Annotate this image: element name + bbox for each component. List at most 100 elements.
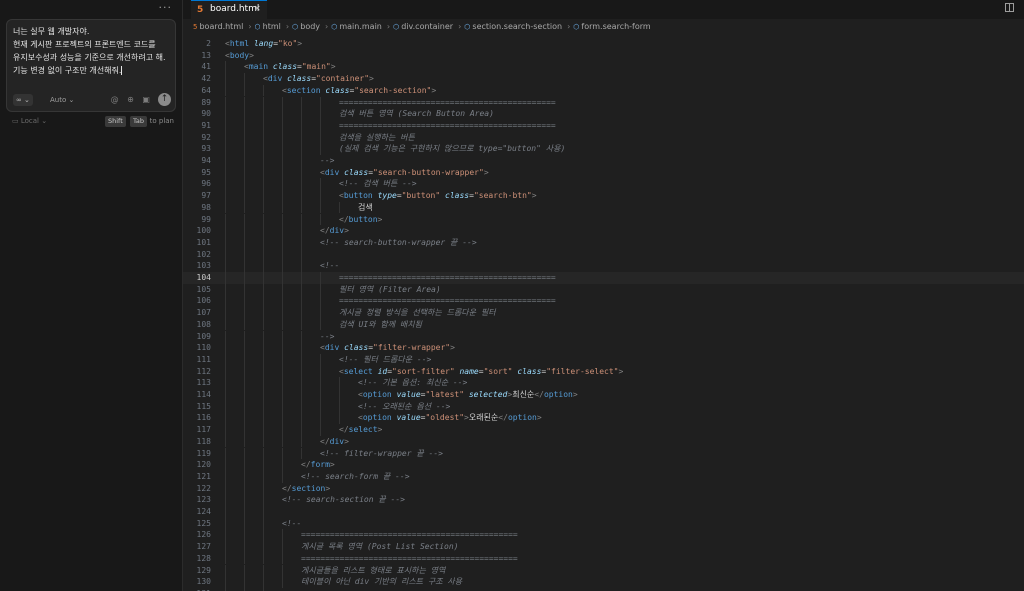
- line-number: 64: [201, 85, 211, 95]
- indent-guide: [244, 435, 245, 448]
- indent-guide: [225, 365, 226, 378]
- code-line[interactable]: 116 <option value="oldest">오래된순</option>: [183, 412, 1024, 425]
- code-line[interactable]: 122 </section>: [183, 482, 1024, 495]
- code-line[interactable]: 42 <div class="container">: [183, 73, 1024, 85]
- close-icon[interactable]: ✕: [254, 4, 261, 13]
- indent-guide: [282, 155, 283, 167]
- code-line[interactable]: 125 <!--: [183, 517, 1024, 530]
- indent-guide: [263, 389, 264, 401]
- model-selector[interactable]: Auto ⌄: [50, 95, 74, 105]
- code-line[interactable]: 95 <div class="search-button-wrapper">: [183, 166, 1024, 179]
- code-line[interactable]: 124: [183, 506, 1024, 518]
- code-area[interactable]: 2 <html lang="ko"> 13 <body> 41 <main class="…: [183, 38, 1024, 591]
- code-line[interactable]: 113 <!-- 기본 옵션: 최신순 -->: [183, 377, 1024, 389]
- code-line[interactable]: 98 검색: [183, 201, 1024, 214]
- tab-board-html[interactable]: 5 board.html ✕: [191, 0, 267, 19]
- code-line[interactable]: 41 <main class="main">: [183, 61, 1024, 74]
- code-line[interactable]: 2 <html lang="ko">: [183, 38, 1024, 50]
- code-text: </button>: [339, 214, 383, 224]
- code-line[interactable]: 120 </form>: [183, 459, 1024, 471]
- line-number: 113: [196, 378, 211, 388]
- code-line[interactable]: 100 </div>: [183, 225, 1024, 237]
- code-line[interactable]: 107 게시글 정렬 방식을 선택하는 드롭다운 필터: [183, 307, 1024, 319]
- indent-guide: [282, 447, 283, 460]
- code-line[interactable]: 109 -->: [183, 330, 1024, 343]
- code-line[interactable]: 13 <body>: [183, 50, 1024, 62]
- indent-guide: [244, 377, 245, 389]
- line-number: 122: [196, 483, 211, 493]
- code-line[interactable]: 106 =====================================…: [183, 295, 1024, 308]
- code-line[interactable]: 130 테이블이 아닌 div 기반의 리스트 구조 사용: [183, 576, 1024, 588]
- indent-guide: [263, 166, 264, 179]
- indent-guide: [244, 84, 245, 97]
- indent-guide: [244, 424, 245, 436]
- indent-guide: [225, 517, 226, 530]
- indent-guide: [244, 506, 245, 518]
- indent-guide: [244, 143, 245, 155]
- indent-guide: [225, 470, 226, 483]
- breadcrumb-item[interactable]: html: [263, 22, 281, 31]
- line-number: 102: [196, 249, 211, 259]
- local-selector[interactable]: ▭ Local ⌄: [12, 117, 47, 125]
- code-line[interactable]: 64 <section class="search-section">: [183, 84, 1024, 97]
- indent-guide: [263, 260, 264, 272]
- chat-message-text[interactable]: 너는 실무 웹 개발자야. 현재 게시판 프로젝트의 프론트엔드 코드를 유지보…: [13, 25, 173, 77]
- code-line[interactable]: 126 =====================================…: [183, 529, 1024, 542]
- code-line[interactable]: 90 검색 버튼 영역 (Search Button Area): [183, 108, 1024, 120]
- code-line[interactable]: 127 게시글 목록 영역 (Post List Section): [183, 541, 1024, 553]
- breadcrumb-item[interactable]: board.html: [199, 22, 243, 31]
- attachment-icons[interactable]: @ ⊕ ▣: [111, 95, 153, 105]
- breadcrumb-item[interactable]: div.container: [401, 22, 453, 31]
- code-line[interactable]: 97 <button type="button" class="search-bt…: [183, 190, 1024, 202]
- code-line[interactable]: 114 <option value="latest" selected>최신순</…: [183, 389, 1024, 401]
- code-line[interactable]: 89 ======================================…: [183, 96, 1024, 109]
- code-line[interactable]: 111 <!-- 필터 드롭다운 -->: [183, 353, 1024, 366]
- code-line[interactable]: 129 게시글들을 리스트 형태로 표시하는 영역: [183, 564, 1024, 577]
- code-line[interactable]: 99 </button>: [183, 213, 1024, 226]
- more-options-icon[interactable]: ···: [159, 1, 173, 14]
- chat-toolbar: ∞ ⌄ Auto ⌄ @ ⊕ ▣ ↑: [13, 93, 171, 107]
- agent-mode-dropdown[interactable]: ∞ ⌄: [13, 94, 33, 106]
- send-button[interactable]: ↑: [158, 93, 171, 106]
- code-line[interactable]: 128 =====================================…: [183, 552, 1024, 565]
- code-line[interactable]: 118 </div>: [183, 435, 1024, 448]
- indent-guide: [301, 377, 302, 389]
- code-line[interactable]: 96 <!-- 검색 버튼 -->: [183, 178, 1024, 191]
- code-line[interactable]: 117 </select>: [183, 424, 1024, 436]
- line-number: 114: [196, 390, 211, 399]
- chat-line-4: 기능 변경 없이 구조만 개선해줘.: [13, 64, 173, 77]
- code-line[interactable]: 115 <!-- 오래된순 옵션 -->: [183, 400, 1024, 413]
- html-file-icon: 5: [197, 5, 204, 15]
- breadcrumb-item[interactable]: form.search-form: [581, 22, 650, 31]
- code-line[interactable]: 105 필터 영역 (Filter Area): [183, 283, 1024, 296]
- code-line[interactable]: 110 <div class="filter-wrapper">: [183, 342, 1024, 354]
- code-line[interactable]: 103 <!--: [183, 260, 1024, 272]
- code-text: 필터 영역 (Filter Area): [339, 284, 441, 294]
- indent-guide: [244, 552, 245, 565]
- code-line[interactable]: 121 <!-- search-form 끝 -->: [183, 470, 1024, 483]
- breadcrumb-item[interactable]: section.search-section: [472, 22, 562, 31]
- code-line[interactable]: 93 (실제 검색 기능은 구현하지 않으므로 type="button" 사용): [183, 143, 1024, 155]
- chat-input-box[interactable]: 너는 실무 웹 개발자야. 현재 게시판 프로젝트의 프론트엔드 코드를 유지보…: [6, 19, 176, 112]
- code-line[interactable]: 101 <!-- search-button-wrapper 끝 -->: [183, 236, 1024, 249]
- split-editor-icon[interactable]: [1005, 3, 1014, 12]
- code-line[interactable]: 108 검색 UI와 함께 배치됨: [183, 318, 1024, 331]
- code-line[interactable]: 91 ======================================…: [183, 119, 1024, 132]
- breadcrumb-item[interactable]: main.main: [339, 22, 382, 31]
- indent-guide: [263, 213, 264, 226]
- indent-guide: [282, 213, 283, 226]
- indent-guide: [225, 295, 226, 308]
- indent-guide: [225, 73, 226, 85]
- indent-guide: [301, 424, 302, 436]
- indent-guide: [225, 283, 226, 296]
- code-line[interactable]: 104 =====================================…: [183, 272, 1024, 284]
- code-line[interactable]: 123 <!-- search-section 끝 -->: [183, 494, 1024, 506]
- code-line[interactable]: 119 <!-- filter-wrapper 끝 -->: [183, 447, 1024, 460]
- code-line[interactable]: 102: [183, 248, 1024, 261]
- code-line[interactable]: 112 <select id="sort-filter" name="sort" …: [183, 365, 1024, 378]
- code-line[interactable]: 94 -->: [183, 155, 1024, 167]
- indent-guide: [282, 342, 283, 354]
- code-line[interactable]: 92 검색을 실행하는 버튼: [183, 131, 1024, 144]
- indent-guide: [282, 541, 283, 553]
- breadcrumb-item[interactable]: body: [300, 22, 320, 31]
